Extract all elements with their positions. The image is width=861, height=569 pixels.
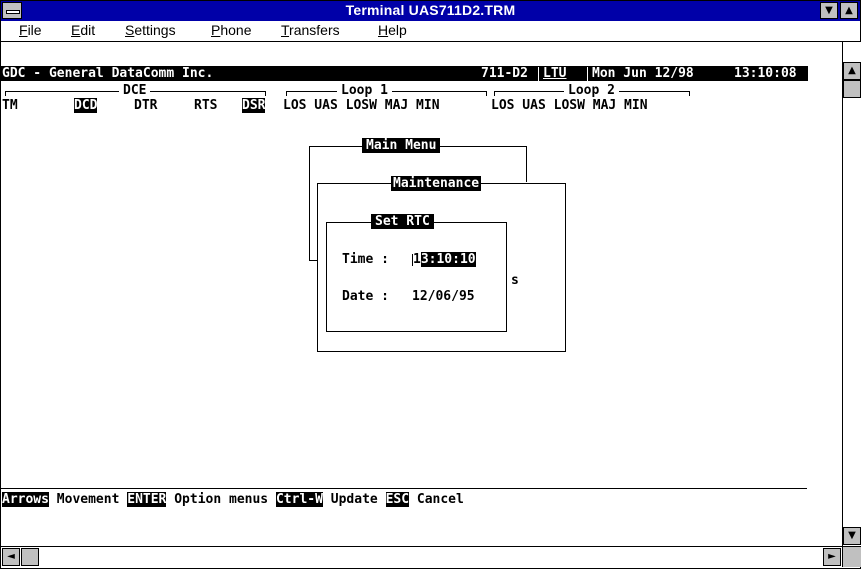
main-menu-border-right [526, 146, 527, 182]
status-dsr: DSR [242, 98, 266, 113]
horizontal-scrollbar[interactable]: ◄ ► [1, 546, 842, 567]
dce-bracket-right [265, 91, 266, 96]
loop2-bracket-right [689, 91, 690, 96]
menu-settings[interactable]: Settings [125, 22, 176, 38]
loop1-bracket-left [286, 91, 287, 96]
title-bar: Terminal UAS711D2.TRM ▼ ▲ [1, 1, 860, 21]
menu-transfers[interactable]: Transfers [281, 22, 340, 38]
main-menu-border-bottom [309, 260, 317, 261]
menu-help[interactable]: Help [378, 22, 407, 38]
dce-bracket-left [5, 91, 6, 96]
scroll-left-button[interactable]: ◄ [2, 548, 20, 566]
main-menu-title: Main Menu [362, 138, 441, 153]
header-time: 13:10:08 [734, 66, 797, 81]
loop1-fields: LOS UAS LOSW MAJ MIN [283, 98, 440, 113]
mode-indicator: LTU [543, 66, 567, 81]
key-ctrl-w: Ctrl-W [275, 492, 323, 507]
loop2-bracket-left [494, 91, 495, 96]
loop1-bracket-right [486, 91, 487, 96]
vertical-scrollbar[interactable]: ▲ ▼ [842, 42, 861, 546]
loop2-fields: LOS UAS LOSW MAJ MIN [491, 98, 648, 113]
menu-phone[interactable]: Phone [211, 22, 252, 38]
set-rtc-title: Set RTC [371, 214, 434, 229]
window-title: Terminal UAS711D2.TRM [345, 2, 516, 18]
scroll-down-button[interactable]: ▼ [843, 527, 861, 545]
key-arrows: Arrows [2, 492, 49, 507]
set-rtc-box [326, 222, 507, 332]
header-date: Mon Jun 12/98 [592, 66, 694, 81]
key-esc: ESC [385, 492, 410, 507]
scroll-right-button[interactable]: ► [823, 548, 841, 566]
status-dcd: DCD [74, 98, 98, 113]
size-box [842, 546, 861, 567]
divider [587, 67, 588, 82]
dce-label: DCE [119, 83, 151, 98]
menu-edit[interactable]: Edit [71, 22, 95, 38]
loop2-label: Loop 2 [564, 83, 619, 98]
date-label: Date : [342, 289, 397, 304]
status-dtr: DTR [134, 98, 158, 113]
scroll-up-button[interactable]: ▲ [843, 62, 861, 80]
horizontal-scroll-thumb[interactable] [21, 548, 39, 566]
time-field[interactable]: 13:10:10 [412, 252, 476, 267]
time-label: Time : [342, 252, 397, 267]
time-suffix: s [511, 273, 519, 288]
divider [538, 67, 539, 82]
menu-file[interactable]: File [19, 22, 42, 38]
device-model: 711-D2 [481, 66, 528, 81]
terminal-window: Terminal UAS711D2.TRM ▼ ▲ File Edit Sett… [0, 0, 861, 569]
menu-bar: File Edit Settings Phone Transfers Help [1, 21, 860, 42]
company-name: GDC - General DataComm Inc. [2, 66, 214, 81]
maintenance-title: Maintenance [391, 176, 482, 191]
loop1-label: Loop 1 [337, 83, 392, 98]
status-tm: TM [2, 98, 18, 113]
footer-help: Arrows Movement ENTER Option menus Ctrl-… [2, 492, 464, 507]
status-rts: RTS [194, 98, 218, 113]
terminal-screen[interactable]: GDC - General DataComm Inc. 711-D2 LTU M… [1, 42, 842, 546]
minimize-button[interactable]: ▼ [820, 2, 838, 19]
key-enter: ENTER [127, 492, 167, 507]
main-menu-border-left [309, 146, 310, 261]
maximize-button[interactable]: ▲ [840, 2, 858, 19]
time-selected: 3:10:10 [420, 252, 476, 267]
footer-separator [1, 488, 807, 489]
vertical-scroll-thumb[interactable] [843, 80, 861, 98]
date-field[interactable]: 12/06/95 [412, 289, 475, 304]
